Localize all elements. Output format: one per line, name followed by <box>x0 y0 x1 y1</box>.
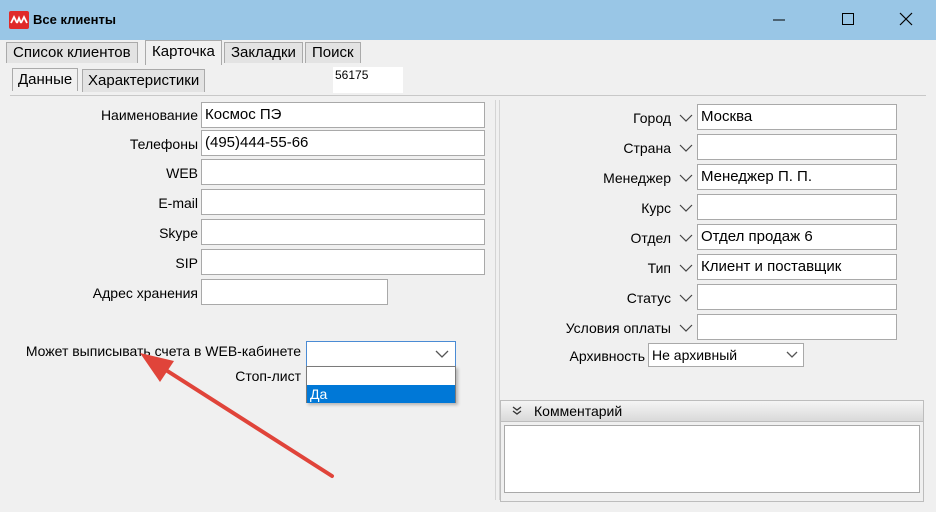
department-field[interactable]: Отдел продаж 6 <box>697 224 897 250</box>
collapse-chevron-icon[interactable] <box>511 405 523 417</box>
sip-label: SIP <box>175 255 198 271</box>
main-tabs: Список клиентов Карточка Закладки Поиск <box>0 40 936 65</box>
country-field[interactable] <box>697 134 897 160</box>
city-field[interactable]: Москва <box>697 104 897 130</box>
subtab-data[interactable]: Данные <box>12 68 79 91</box>
tab-bookmarks[interactable]: Закладки <box>224 42 303 63</box>
rate-field[interactable] <box>697 194 897 220</box>
tab-client-list[interactable]: Список клиентов <box>6 42 138 63</box>
archive-label: Архивность <box>569 348 645 364</box>
archive-value: Не архивный <box>652 347 738 363</box>
comment-textarea[interactable] <box>504 425 920 493</box>
tab-search[interactable]: Поиск <box>305 42 361 63</box>
manager-dropdown-icon[interactable] <box>677 168 695 188</box>
annotation-arrow <box>140 353 334 478</box>
record-id: 56175 <box>333 67 403 93</box>
department-dropdown-icon[interactable] <box>677 228 695 248</box>
type-field[interactable]: Клиент и поставщик <box>697 254 897 280</box>
rate-label: Курс <box>641 200 671 216</box>
type-label: Тип <box>647 260 671 276</box>
subtab-characteristics[interactable]: Характеристики <box>82 69 206 92</box>
department-label: Отдел <box>630 230 672 246</box>
comment-header[interactable]: Комментарий <box>501 401 923 422</box>
payment-terms-field[interactable] <box>697 314 897 340</box>
name-label: Наименование <box>100 107 198 123</box>
storage-address-field[interactable] <box>201 279 388 305</box>
tab-card[interactable]: Карточка <box>145 40 222 65</box>
chevron-down-icon[interactable] <box>434 349 450 359</box>
web-field[interactable] <box>201 159 485 185</box>
comment-title: Комментарий <box>534 403 623 419</box>
status-field[interactable] <box>697 284 897 310</box>
maximize-button[interactable] <box>825 8 871 32</box>
payment-terms-label: Условия оплаты <box>565 320 671 336</box>
country-dropdown-icon[interactable] <box>677 138 695 158</box>
storage-address-label: Адрес хранения <box>92 285 198 301</box>
rate-dropdown-icon[interactable] <box>677 198 695 218</box>
manager-label: Менеджер <box>603 170 671 186</box>
phones-label: Телефоны <box>129 136 198 152</box>
skype-field[interactable] <box>201 219 485 245</box>
email-field[interactable] <box>201 189 485 215</box>
sip-field[interactable] <box>201 249 485 275</box>
name-field[interactable]: Космос ПЭ <box>201 102 485 128</box>
close-button[interactable] <box>883 8 929 32</box>
web-label: WEB <box>166 165 198 181</box>
comment-panel: Комментарий <box>500 400 924 502</box>
title-bar: Все клиенты <box>0 0 936 40</box>
status-dropdown-icon[interactable] <box>677 288 695 308</box>
status-label: Статус <box>626 290 671 306</box>
email-label: E-mail <box>158 195 198 211</box>
skype-label: Skype <box>159 225 198 241</box>
window-title: Все клиенты <box>33 12 116 27</box>
manager-field[interactable]: Менеджер П. П. <box>697 164 897 190</box>
phones-field[interactable]: (495)444-55-66 <box>201 130 485 156</box>
archive-select[interactable]: Не архивный <box>648 343 804 367</box>
city-dropdown-icon[interactable] <box>677 108 695 128</box>
payment-terms-dropdown-icon[interactable] <box>677 318 695 338</box>
app-logo-icon <box>9 11 29 29</box>
country-label: Страна <box>623 140 671 156</box>
minimize-button[interactable] <box>756 8 802 32</box>
chevron-down-icon[interactable] <box>785 350 799 360</box>
city-label: Город <box>633 110 671 126</box>
type-dropdown-icon[interactable] <box>677 258 695 278</box>
